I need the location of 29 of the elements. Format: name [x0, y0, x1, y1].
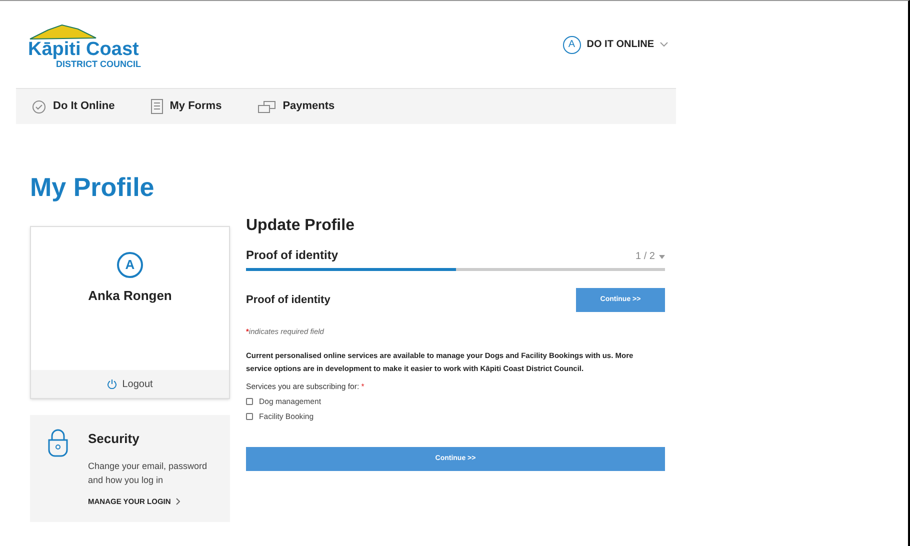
- security-description: Change your email, password and how you log in: [88, 460, 208, 486]
- security-title: Security: [88, 430, 140, 448]
- nav-item[interactable]: Do It Online: [32, 98, 115, 115]
- form-title: Update Profile: [246, 218, 356, 234]
- cards-icon: [258, 100, 276, 112]
- caret-icon: [659, 254, 665, 258]
- power-icon: [107, 379, 118, 389]
- page-title: My Profile: [30, 174, 156, 200]
- step-selector[interactable]: 1 / 2: [636, 249, 665, 264]
- logo-subtitle: DISTRICT COUNCIL: [56, 59, 141, 71]
- checkbox[interactable]: [246, 398, 253, 406]
- avatar-icon: A: [562, 36, 581, 54]
- chevron-down-icon: [660, 42, 668, 47]
- padlock-icon: [48, 429, 68, 457]
- step-title: Proof of identity: [246, 247, 338, 264]
- check-circle-icon: [32, 100, 46, 114]
- document-icon: [150, 99, 163, 114]
- checkbox[interactable]: [246, 412, 253, 420]
- logout-button[interactable]: Logout: [31, 370, 229, 398]
- logo[interactable]: Kāpiti Coast DISTRICT COUNCIL: [28, 18, 141, 71]
- account-menu[interactable]: A DO IT ONLINE: [562, 36, 668, 54]
- hill-icon: [28, 24, 98, 40]
- section-title: Proof of identity: [246, 292, 330, 308]
- nav-item[interactable]: My Forms: [150, 98, 222, 115]
- chevron-right-icon: [176, 498, 180, 505]
- user-name: Anka Rongen: [88, 287, 172, 305]
- nav-item[interactable]: Payments: [258, 98, 335, 115]
- logo-name: Kāpiti Coast: [28, 40, 139, 60]
- avatar-icon: A: [117, 252, 143, 278]
